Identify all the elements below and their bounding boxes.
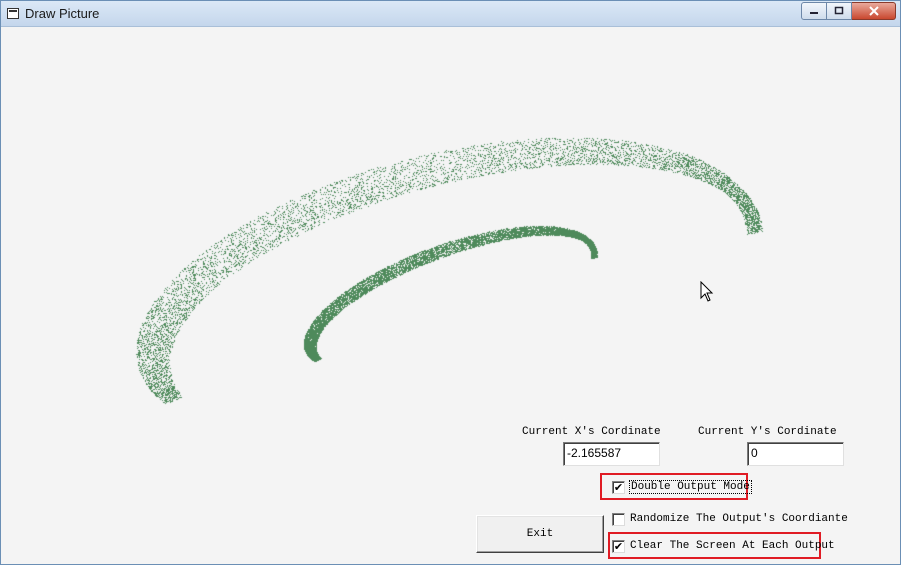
window-title: Draw Picture bbox=[25, 6, 100, 21]
x-coordinate-label: Current X's Cordinate bbox=[522, 426, 661, 438]
draw-picture-window: Draw Picture Current X's Cordinate Curre… bbox=[0, 0, 901, 565]
drawing-canvas[interactable] bbox=[4, 28, 899, 428]
randomize-checkbox-row[interactable]: Randomize The Output's Coordiante bbox=[612, 511, 848, 527]
randomize-label: Randomize The Output's Coordiante bbox=[630, 513, 848, 525]
minimize-icon bbox=[810, 12, 818, 14]
window-icon[interactable] bbox=[7, 8, 19, 19]
clear-screen-checkbox[interactable]: ✔ bbox=[612, 539, 625, 553]
clear-screen-checkbox-row[interactable]: ✔ Clear The Screen At Each Output bbox=[612, 538, 835, 554]
double-output-label: Double Output Mode bbox=[629, 480, 752, 494]
mouse-pointer-icon bbox=[700, 281, 714, 302]
client-area: Current X's Cordinate Current Y's Cordin… bbox=[4, 28, 899, 564]
exit-button-label: Exit bbox=[526, 528, 554, 540]
clear-screen-label: Clear The Screen At Each Output bbox=[630, 540, 835, 552]
title-bar[interactable]: Draw Picture bbox=[1, 1, 900, 27]
double-output-checkbox-row[interactable]: ✔ Double Output Mode bbox=[612, 479, 752, 495]
maximize-icon bbox=[834, 6, 844, 15]
y-coordinate-label: Current Y's Cordinate bbox=[698, 426, 837, 438]
caption-buttons bbox=[801, 2, 896, 20]
double-output-checkbox[interactable]: ✔ bbox=[612, 480, 625, 494]
randomize-checkbox[interactable] bbox=[612, 512, 625, 526]
x-coordinate-field[interactable]: -2.165587 bbox=[563, 442, 660, 466]
exit-button[interactable]: Exit bbox=[476, 515, 604, 553]
y-coordinate-field[interactable]: 0 bbox=[747, 442, 844, 466]
close-icon bbox=[868, 6, 879, 16]
minimize-button[interactable] bbox=[801, 2, 827, 20]
maximize-button[interactable] bbox=[827, 2, 852, 20]
close-button[interactable] bbox=[852, 2, 896, 20]
